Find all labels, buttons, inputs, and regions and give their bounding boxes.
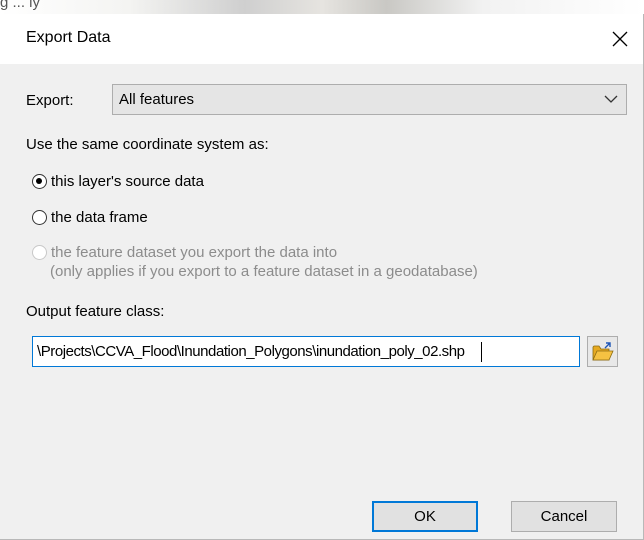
- background-window-strip: g ... ly: [0, 0, 644, 14]
- radio-feature-dataset: the feature dataset you export the data …: [32, 244, 337, 261]
- dialog-title: Export Data: [26, 29, 111, 46]
- export-data-dialog: Export Data Export: All features Use the…: [0, 14, 644, 540]
- title-bar[interactable]: Export Data: [0, 14, 643, 64]
- radio-button[interactable]: [32, 210, 47, 225]
- background-text: g ... ly: [0, 0, 41, 11]
- radio-label-feature-dataset: the feature dataset you export the data …: [51, 244, 338, 261]
- coordinate-heading: Use the same coordinate system as:: [26, 136, 269, 153]
- open-folder-icon: [591, 341, 614, 360]
- radio-label-data-frame: the data frame: [51, 209, 148, 226]
- export-selected-value: All features: [119, 91, 195, 108]
- feature-dataset-note: (only applies if you export to a feature…: [50, 263, 478, 280]
- radio-source-data[interactable]: this layer's source data: [32, 173, 204, 190]
- radio-button-checked[interactable]: [32, 174, 47, 189]
- close-button[interactable]: [597, 14, 643, 64]
- ok-button[interactable]: OK: [372, 501, 478, 532]
- text-caret: [481, 342, 482, 362]
- browse-button[interactable]: [587, 336, 618, 367]
- chevron-down-icon: [604, 95, 618, 103]
- radio-label-source-data: this layer's source data: [51, 173, 204, 190]
- cancel-button[interactable]: Cancel: [511, 501, 617, 532]
- output-label: Output feature class:: [26, 303, 165, 320]
- export-dropdown[interactable]: All features: [112, 84, 627, 115]
- output-path-value: \Projects\CCVA_Flood\Inundation_Polygons…: [37, 343, 465, 360]
- close-icon: [612, 31, 628, 47]
- export-label: Export:: [26, 92, 74, 109]
- output-path-input[interactable]: \Projects\CCVA_Flood\Inundation_Polygons…: [32, 336, 580, 367]
- radio-button-disabled: [32, 245, 47, 260]
- radio-data-frame[interactable]: the data frame: [32, 209, 148, 226]
